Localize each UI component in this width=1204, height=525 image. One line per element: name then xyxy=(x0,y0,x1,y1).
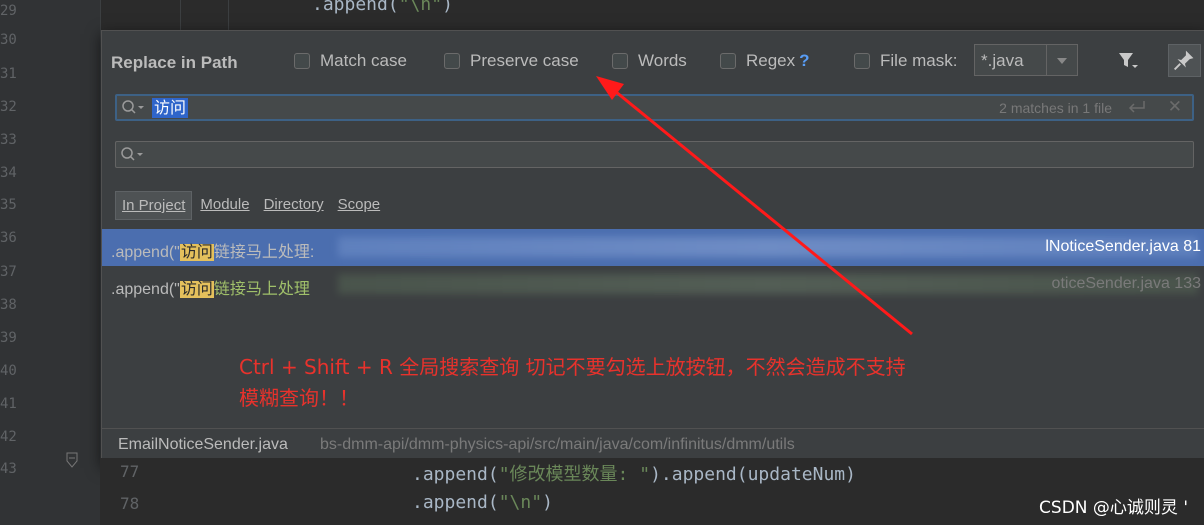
preserve-case-checkbox[interactable] xyxy=(444,53,460,69)
regex-option[interactable]: Regex ? xyxy=(720,51,810,71)
line-number: 33 xyxy=(0,132,17,148)
status-file-path: bs-dmm-api/dmm-physics-api/src/main/java… xyxy=(320,436,795,453)
line-number: 43 xyxy=(0,461,17,477)
results-list: .append("访问链接马上处理: lNoticeSender.java 81… xyxy=(102,229,1204,303)
tab-in-project[interactable]: In Project xyxy=(115,191,193,220)
status-file-name: EmailNoticeSender.java xyxy=(118,436,288,453)
fold-marker-icon[interactable] xyxy=(66,452,78,470)
regex-help-link[interactable]: ? xyxy=(799,51,809,71)
match-highlight: 访问 xyxy=(179,281,214,298)
code-line: 77 .append("修改模型数量: ").append(updateNum) xyxy=(120,462,856,485)
new-line-icon[interactable] xyxy=(1126,99,1148,117)
match-case-option[interactable]: Match case xyxy=(294,51,407,71)
line-number: 29 xyxy=(0,3,17,19)
line-number: 31 xyxy=(0,66,17,82)
code-line: .append("\n") xyxy=(312,0,453,15)
tab-scope[interactable]: Scope xyxy=(332,191,387,220)
file-mask-label: File mask: xyxy=(880,51,958,70)
file-mask-option[interactable]: File mask: xyxy=(854,51,957,71)
words-label: Words xyxy=(638,51,687,70)
line-number: 38 xyxy=(0,297,17,313)
replace-input[interactable] xyxy=(115,141,1194,168)
words-checkbox[interactable] xyxy=(612,53,628,69)
result-row[interactable]: .append("访问链接马上处理 oticeSender.java 133 xyxy=(102,266,1204,303)
line-number: 32 xyxy=(0,99,17,115)
result-row[interactable]: .append("访问链接马上处理: lNoticeSender.java 81 xyxy=(102,229,1204,266)
line-number: 41 xyxy=(0,396,17,412)
line-number: 34 xyxy=(0,165,17,181)
line-number: 39 xyxy=(0,330,17,346)
pin-button[interactable] xyxy=(1168,44,1201,77)
scope-tabs: In Project Module Directory Scope xyxy=(115,191,388,220)
search-history-icon[interactable] xyxy=(121,99,149,117)
preserve-case-option[interactable]: Preserve case xyxy=(444,51,579,71)
chevron-down-icon[interactable] xyxy=(1046,45,1077,75)
file-mask-combobox[interactable]: *.java xyxy=(974,44,1078,76)
tab-module[interactable]: Module xyxy=(194,191,255,220)
clear-icon[interactable]: ✕ xyxy=(1168,97,1182,117)
dialog-toolbar: Replace in Path Match case Preserve case… xyxy=(102,31,1204,91)
file-mask-checkbox[interactable] xyxy=(854,53,870,69)
editor-gutter: 29 30 31 32 33 34 35 36 37 38 39 40 41 42 43 xyxy=(0,0,229,525)
words-option[interactable]: Words xyxy=(612,51,687,71)
match-highlight: 访问 xyxy=(179,244,214,261)
replace-history-icon[interactable] xyxy=(120,146,148,164)
tab-directory[interactable]: Directory xyxy=(258,191,330,220)
line-number: 35 xyxy=(0,197,17,213)
regex-checkbox[interactable] xyxy=(720,53,736,69)
line-number: 40 xyxy=(0,363,17,379)
preserve-case-label: Preserve case xyxy=(470,51,579,70)
dialog-title: Replace in Path xyxy=(111,53,238,72)
line-number: 30 xyxy=(0,32,17,48)
result-file: oticeSender.java 133 xyxy=(1051,275,1201,292)
match-case-label: Match case xyxy=(320,51,407,70)
annotation-text: Ctrl + Shift + R 全局搜索查询 切记不要勾选上放按钮，不然会造成… xyxy=(239,355,906,410)
match-count: 2 matches in 1 file xyxy=(999,100,1112,116)
replace-in-path-dialog: Replace in Path Match case Preserve case… xyxy=(101,30,1204,464)
line-number: 37 xyxy=(0,264,17,280)
result-file: lNoticeSender.java 81 xyxy=(1045,238,1201,255)
pin-icon xyxy=(1173,50,1194,71)
filter-icon[interactable] xyxy=(1118,51,1138,71)
match-case-checkbox[interactable] xyxy=(294,53,310,69)
line-number: 42 xyxy=(0,429,17,445)
watermark: CSDN @心诚则灵 ' xyxy=(1039,498,1188,518)
regex-label: Regex xyxy=(746,51,796,70)
search-query: 访问 xyxy=(152,98,189,118)
file-mask-value: *.java xyxy=(981,51,1024,70)
search-input[interactable]: 访问 2 matches in 1 file ✕ xyxy=(115,94,1194,121)
line-number: 36 xyxy=(0,230,17,246)
